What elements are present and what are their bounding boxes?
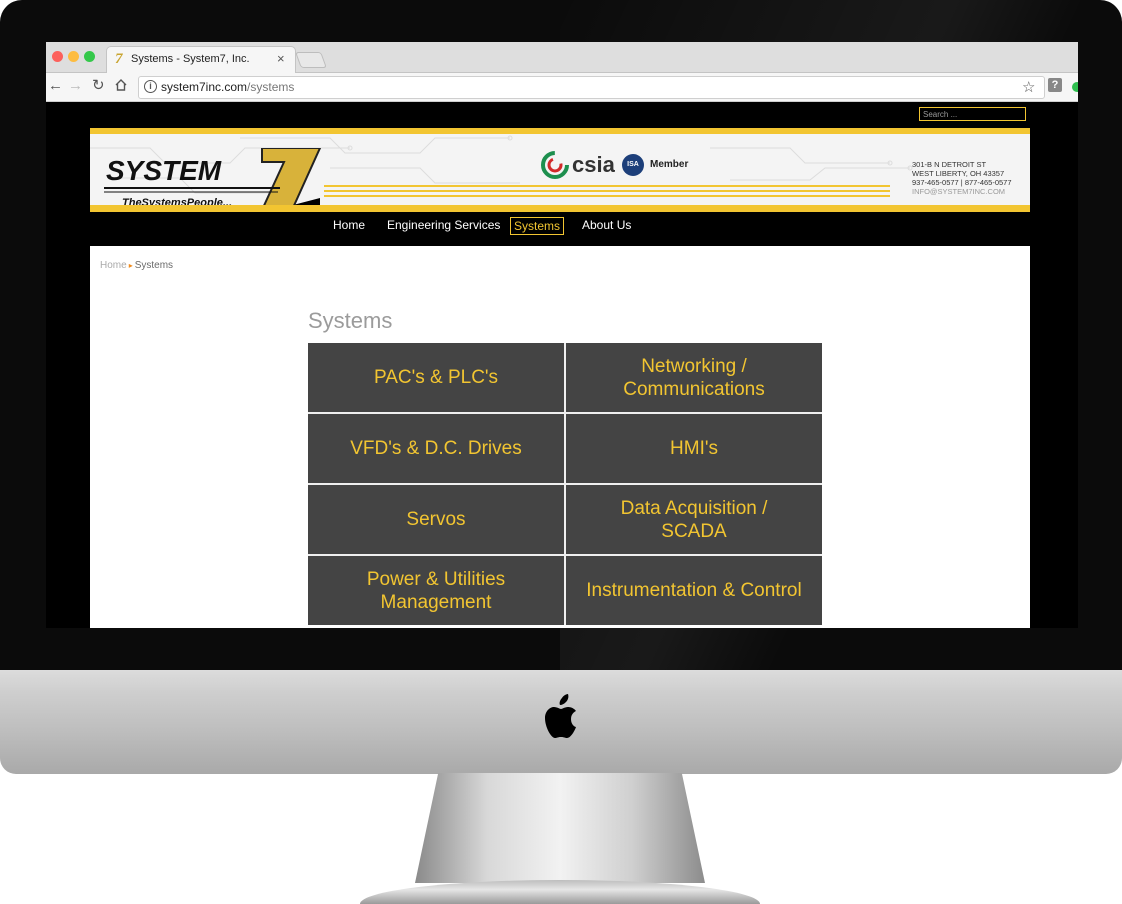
url-text: system7inc.com/systems xyxy=(161,80,294,94)
apple-logo-icon xyxy=(545,694,576,738)
nav-item-about-us[interactable]: About Us xyxy=(579,217,634,233)
address-line: 301-B N DETROIT ST xyxy=(912,160,987,169)
csia-logo-icon xyxy=(541,151,569,179)
system-tile-data-acquisition[interactable]: Data Acquisition / SCADA xyxy=(566,485,822,554)
system7-logo[interactable]: SYSTEM TheSystemsPeople... xyxy=(102,148,322,212)
company-address: 301-B N DETROIT ST WEST LIBERTY, OH 4335… xyxy=(912,160,1012,196)
home-icon[interactable] xyxy=(114,78,128,92)
page-content: Home ▸ Systems Systems PAC's & PLC's Netwo… xyxy=(90,246,1030,628)
url-domain: system7inc.com xyxy=(161,80,248,94)
site-search[interactable] xyxy=(919,107,1026,121)
info-icon[interactable]: i xyxy=(144,80,157,93)
nav-item-systems[interactable]: Systems xyxy=(510,217,565,235)
main-nav: Home Engineering Services Systems About … xyxy=(46,214,1078,238)
banner-gold-lines xyxy=(324,185,890,197)
browser-tab-active[interactable]: 7 Systems - System7, Inc. × xyxy=(106,46,296,73)
tab-title: Systems - System7, Inc. xyxy=(131,53,250,65)
monitor-stand xyxy=(415,773,705,883)
nav-item-engineering-services[interactable]: Engineering Services xyxy=(384,217,503,233)
member-label: Member xyxy=(650,159,689,170)
breadcrumb: Home ▸ Systems xyxy=(100,260,173,271)
system-tile-networking[interactable]: Networking / Communications xyxy=(566,343,822,412)
forward-arrow-icon[interactable]: → xyxy=(68,77,83,94)
isa-logo-icon: ISA xyxy=(622,154,644,176)
window-minimize-button[interactable] xyxy=(68,51,79,62)
logo-main-text: SYSTEM xyxy=(106,155,222,186)
address-bar[interactable]: i system7inc.com/systems ☆ xyxy=(138,76,1045,99)
search-input[interactable] xyxy=(920,108,1026,120)
banner-bottom-stripe xyxy=(90,205,1030,212)
favicon-icon: 7 xyxy=(115,51,123,67)
banner-top-stripe xyxy=(90,128,1030,134)
extension-status-icon[interactable] xyxy=(1072,82,1078,92)
website: SYSTEM TheSystemsPeople... csia ISA Memb… xyxy=(46,102,1078,628)
breadcrumb-arrow-icon: ▸ xyxy=(128,261,133,270)
new-tab-button[interactable] xyxy=(295,52,327,68)
monitor-stand-foot xyxy=(360,880,760,904)
csia-text: csia xyxy=(572,152,615,177)
url-path: /systems xyxy=(247,80,295,94)
site-header-banner: SYSTEM TheSystemsPeople... csia ISA Memb… xyxy=(90,128,1030,212)
system-tile-pacs-plcs[interactable]: PAC's & PLC's xyxy=(308,343,564,412)
page-title: Systems xyxy=(308,308,393,333)
system-tile-servos[interactable]: Servos xyxy=(308,485,564,554)
bookmark-star-icon[interactable]: ☆ xyxy=(1022,78,1035,96)
extension-icon[interactable]: ? xyxy=(1048,78,1062,92)
email-link[interactable]: INFO@SYSTEM7INC.COM xyxy=(912,187,1012,196)
system-tile-hmis[interactable]: HMI's xyxy=(566,414,822,483)
system-tile-instrumentation[interactable]: Instrumentation & Control xyxy=(566,556,822,625)
window-close-button[interactable] xyxy=(52,51,63,62)
system-tile-power-utilities[interactable]: Power & Utilities Management xyxy=(308,556,564,625)
reload-icon[interactable]: ↻ xyxy=(92,76,105,94)
address-line: WEST LIBERTY, OH 43357 xyxy=(912,169,1005,178)
back-arrow-icon[interactable]: ← xyxy=(48,77,63,94)
tab-close-icon[interactable]: × xyxy=(277,51,285,66)
screen: 7 Systems - System7, Inc. × ← → ↻ i syst… xyxy=(46,42,1078,628)
nav-item-home[interactable]: Home xyxy=(330,217,368,233)
breadcrumb-current: Systems xyxy=(134,260,174,271)
phone-numbers: 937-465-0577 | 877-465-0577 xyxy=(912,178,1012,187)
system-tile-vfd-drives[interactable]: VFD's & D.C. Drives xyxy=(308,414,564,483)
browser-tab-strip: 7 Systems - System7, Inc. × xyxy=(46,42,1078,73)
window-maximize-button[interactable] xyxy=(84,51,95,62)
breadcrumb-home-link[interactable]: Home xyxy=(100,260,127,271)
browser-toolbar: ← → ↻ i system7inc.com/systems ☆ ? xyxy=(46,73,1078,102)
systems-grid: PAC's & PLC's Networking / Communication… xyxy=(308,343,822,625)
